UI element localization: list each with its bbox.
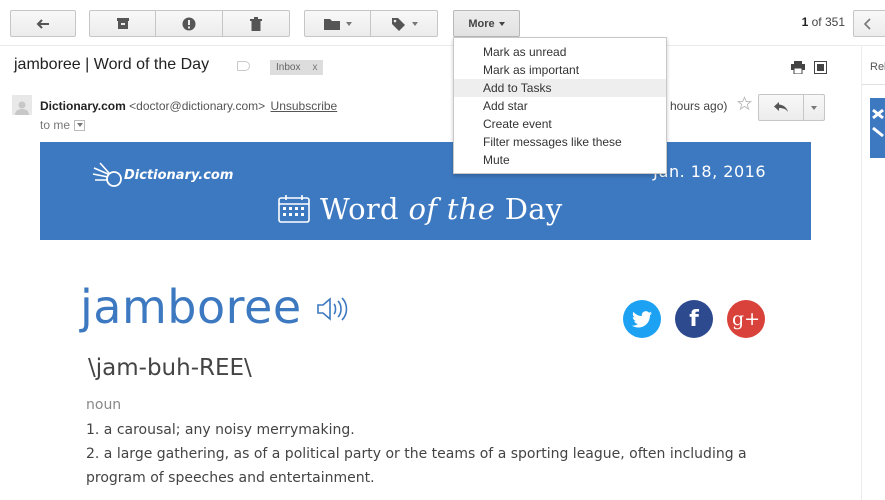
dictionary-logo[interactable]: Dictionary.com [92, 162, 233, 188]
menu-item-mark-unread[interactable]: Mark as unread [454, 43, 666, 61]
menu-item-mark-important[interactable]: Mark as important [454, 61, 666, 79]
wotd-title-text: Word of the Day [320, 192, 563, 226]
wotd-title-word: Word [320, 192, 399, 226]
sender-line: Dictionary.com <doctor@dictionary.com> U… [40, 99, 337, 113]
person-icon [15, 101, 29, 115]
twitter-icon [632, 310, 652, 327]
reply-options-button[interactable] [804, 94, 825, 121]
labels-button[interactable] [371, 10, 438, 37]
star-icon [736, 96, 753, 111]
sidebar-separator [862, 84, 885, 85]
print-icon [791, 61, 805, 75]
reply-group [758, 94, 825, 121]
action-group [89, 10, 290, 37]
wotd-title: Word of the Day [278, 192, 563, 226]
recipient-line: to me [40, 118, 86, 132]
new-window-button[interactable] [814, 61, 827, 79]
recipient-text: to me [40, 118, 71, 132]
email-subject: jamboree | Word of the Day [14, 56, 210, 73]
pager-current: 1 [801, 15, 809, 29]
delete-icon [250, 16, 262, 31]
chevron-down-icon [811, 105, 817, 110]
unsubscribe-link[interactable]: Unsubscribe [271, 99, 338, 113]
menu-item-create-event[interactable]: Create event [454, 115, 666, 133]
menu-item-filter-messages[interactable]: Filter messages like these [454, 133, 666, 151]
pager-total: 351 [824, 15, 845, 29]
twitter-bird-icon [872, 108, 884, 138]
back-arrow-icon [36, 18, 49, 29]
toolbar: More 1 of 351 [0, 0, 885, 46]
avatar[interactable] [12, 95, 32, 115]
inbox-label-text: Inbox [276, 62, 301, 73]
menu-item-add-star[interactable]: Add star [454, 97, 666, 115]
menu-item-add-to-tasks[interactable]: Add to Tasks [454, 79, 666, 97]
menu-item-mute[interactable]: Mute [454, 151, 666, 169]
wotd-date: Jun. 18, 2016 [653, 162, 766, 181]
wotd-title-of-the: of the [408, 192, 496, 226]
show-details-button[interactable] [74, 119, 86, 131]
print-button[interactable] [791, 61, 805, 79]
twitter-share-button[interactable] [623, 300, 661, 338]
move-to-button[interactable] [304, 10, 371, 37]
chevron-down-icon [345, 21, 352, 26]
sender-name[interactable]: Dictionary.com [40, 99, 126, 113]
more-menu: Mark as unread Mark as important Add to … [453, 37, 667, 174]
sidebar-related-label: Rel [870, 61, 885, 73]
definition-1: 1. a carousal; any noisy merrymaking. [86, 422, 355, 438]
new-window-icon [814, 61, 827, 74]
pager-of: of [811, 15, 822, 29]
dictionary-logo-text: Dictionary.com [124, 167, 234, 183]
sidebar-divider [861, 46, 862, 500]
sender-email: <doctor@dictionary.com> [129, 99, 266, 113]
chevron-down-icon [411, 21, 418, 26]
newer-button[interactable] [853, 10, 885, 37]
label-icon [391, 17, 405, 31]
pronunciation: \jam-buh-REE\ [88, 355, 252, 381]
chevron-down-icon [76, 123, 83, 127]
star-button[interactable] [736, 96, 753, 116]
reply-button[interactable] [758, 94, 804, 121]
facebook-share-button[interactable]: f [675, 300, 713, 338]
wotd-banner: Dictionary.com Jun. 18, 2016 Word of the… [40, 142, 811, 240]
archive-icon [116, 18, 129, 29]
remove-label-button[interactable]: x [312, 62, 317, 73]
wotd-title-day: Day [504, 192, 563, 226]
chevron-down-icon [498, 21, 505, 26]
reply-icon [774, 102, 788, 112]
move-label-group [304, 10, 438, 37]
email-time: 3 hours ago) [660, 99, 728, 113]
speaker-icon [317, 297, 348, 321]
inbox-label-chip: Inbox x [270, 60, 324, 75]
report-spam-icon [182, 17, 196, 30]
more-button-label: More [468, 17, 495, 30]
sidebar-ad-thumbnail[interactable] [870, 98, 885, 158]
headword[interactable]: jamboree [80, 280, 302, 334]
archive-button[interactable] [89, 10, 156, 37]
definition-2: 2. a large gathering, as of a political … [86, 446, 747, 486]
dictionary-logo-icon [92, 162, 122, 187]
folder-icon [323, 18, 340, 30]
part-of-speech: noun [86, 397, 122, 413]
pronunciation-audio-button[interactable] [316, 294, 348, 329]
delete-button[interactable] [223, 10, 290, 37]
calendar-icon [278, 195, 310, 223]
googleplus-share-button[interactable]: g+ [727, 300, 765, 338]
more-button[interactable]: More [453, 10, 520, 37]
back-button[interactable] [10, 10, 76, 37]
report-spam-button[interactable] [156, 10, 223, 37]
pager: 1 of 351 [802, 15, 845, 29]
importance-marker-icon[interactable] [237, 61, 250, 71]
chevron-left-icon [864, 17, 871, 30]
